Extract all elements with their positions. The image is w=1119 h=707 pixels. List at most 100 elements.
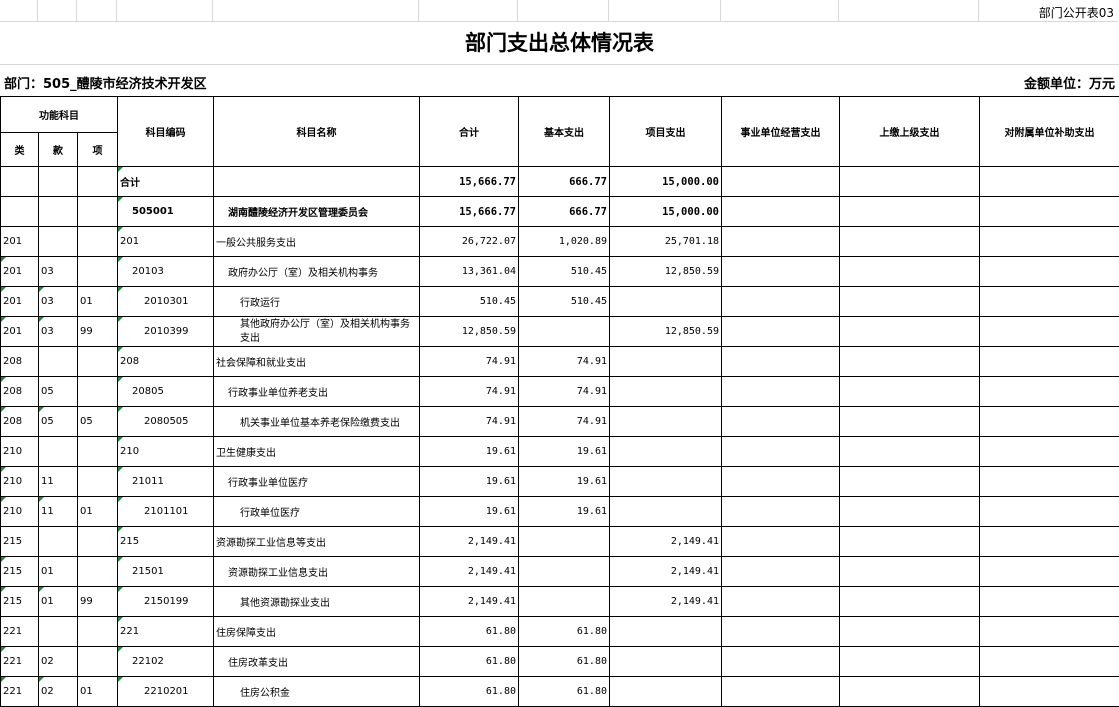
cell-project[interactable]: 12,850.59 [609, 256, 722, 287]
cell-subsidy[interactable] [979, 316, 1119, 347]
empty-cell[interactable] [38, 0, 77, 21]
cell-basic[interactable] [518, 526, 610, 557]
cell-subsidy[interactable] [979, 466, 1119, 497]
cell-project[interactable] [609, 376, 722, 407]
cell-business[interactable] [721, 316, 840, 347]
cell-lei[interactable]: 215 [0, 556, 39, 587]
cell-name[interactable]: 行政事业单位养老支出 [213, 376, 420, 407]
cell-basic[interactable]: 19.61 [518, 466, 610, 497]
cell-xiang[interactable]: 01 [77, 676, 118, 707]
cell-code[interactable]: 210 [117, 436, 214, 467]
cell-total[interactable]: 19.61 [419, 496, 519, 527]
cell-kuan[interactable]: 03 [38, 256, 78, 287]
cell-subsidy[interactable] [979, 406, 1119, 437]
cell-code[interactable]: 2010399 [117, 316, 214, 347]
empty-cell[interactable] [117, 0, 213, 21]
header-xiang[interactable]: 项 [77, 132, 118, 167]
cell-total[interactable]: 2,149.41 [419, 556, 519, 587]
header-subsidy[interactable]: 对附属单位补助支出 [979, 96, 1119, 167]
cell-name[interactable]: 其他政府办公厅（室）及相关机构事务支出 [213, 316, 420, 347]
cell-upper[interactable] [839, 286, 980, 317]
cell-name[interactable]: 卫生健康支出 [213, 436, 420, 467]
cell-basic[interactable]: 19.61 [518, 436, 610, 467]
cell-total[interactable]: 12,850.59 [419, 316, 519, 347]
cell-xiang[interactable]: 01 [77, 286, 118, 317]
empty-cell[interactable] [213, 0, 419, 21]
cell-kuan[interactable] [38, 346, 78, 377]
cell-name[interactable]: 一般公共服务支出 [213, 226, 420, 257]
header-code[interactable]: 科目编码 [117, 96, 214, 167]
cell-basic[interactable]: 61.80 [518, 646, 610, 677]
cell-basic[interactable]: 666.77 [518, 166, 610, 197]
cell-total[interactable]: 26,722.07 [419, 226, 519, 257]
cell-basic[interactable]: 61.80 [518, 676, 610, 707]
cell-xiang[interactable] [77, 556, 118, 587]
cell-code[interactable]: 2150199 [117, 586, 214, 617]
cell-total[interactable]: 61.80 [419, 676, 519, 707]
cell-subsidy[interactable] [979, 166, 1119, 197]
cell-business[interactable] [721, 676, 840, 707]
cell-subsidy[interactable] [979, 646, 1119, 677]
cell-kuan[interactable]: 03 [38, 316, 78, 347]
cell-total[interactable]: 2,149.41 [419, 586, 519, 617]
cell-subsidy[interactable] [979, 256, 1119, 287]
header-name[interactable]: 科目名称 [213, 96, 420, 167]
cell-lei[interactable]: 208 [0, 406, 39, 437]
cell-code[interactable]: 20805 [117, 376, 214, 407]
cell-upper[interactable] [839, 436, 980, 467]
cell-total[interactable]: 19.61 [419, 466, 519, 497]
cell-xiang[interactable] [77, 526, 118, 557]
cell-project[interactable] [609, 346, 722, 377]
cell-lei[interactable]: 210 [0, 436, 39, 467]
cell-basic[interactable]: 74.91 [518, 346, 610, 377]
cell-lei[interactable]: 210 [0, 496, 39, 527]
header-project[interactable]: 项目支出 [609, 96, 722, 167]
cell-lei[interactable]: 215 [0, 586, 39, 617]
cell-basic[interactable]: 19.61 [518, 496, 610, 527]
cell-business[interactable] [721, 256, 840, 287]
cell-name[interactable]: 其他资源勘探业支出 [213, 586, 420, 617]
cell-code[interactable]: 21501 [117, 556, 214, 587]
cell-subsidy[interactable] [979, 526, 1119, 557]
cell-xiang[interactable] [77, 616, 118, 647]
cell-business[interactable] [721, 406, 840, 437]
cell-kuan[interactable]: 02 [38, 676, 78, 707]
cell-upper[interactable] [839, 496, 980, 527]
cell-xiang[interactable]: 99 [77, 316, 118, 347]
empty-cell[interactable] [419, 0, 518, 21]
cell-project[interactable]: 15,000.00 [609, 166, 722, 197]
cell-name[interactable]: 机关事业单位基本养老保险缴费支出 [213, 406, 420, 437]
cell-subsidy[interactable] [979, 346, 1119, 377]
cell-upper[interactable] [839, 466, 980, 497]
cell-kuan[interactable]: 03 [38, 286, 78, 317]
cell-business[interactable] [721, 286, 840, 317]
cell-xiang[interactable] [77, 466, 118, 497]
cell-name[interactable]: 资源勘探工业信息支出 [213, 556, 420, 587]
empty-cell[interactable] [77, 0, 117, 21]
cell-business[interactable] [721, 346, 840, 377]
cell-kuan[interactable]: 11 [38, 496, 78, 527]
cell-project[interactable] [609, 646, 722, 677]
cell-xiang[interactable] [77, 346, 118, 377]
cell-xiang[interactable] [77, 226, 118, 257]
cell-lei[interactable]: 210 [0, 466, 39, 497]
cell-total[interactable]: 74.91 [419, 406, 519, 437]
cell-upper[interactable] [839, 226, 980, 257]
cell-subsidy[interactable] [979, 436, 1119, 467]
cell-code[interactable]: 2210201 [117, 676, 214, 707]
cell-project[interactable]: 12,850.59 [609, 316, 722, 347]
cell-project[interactable]: 2,149.41 [609, 526, 722, 557]
cell-basic[interactable]: 74.91 [518, 406, 610, 437]
cell-lei[interactable] [0, 166, 39, 197]
cell-upper[interactable] [839, 406, 980, 437]
header-lei[interactable]: 类 [0, 132, 39, 167]
cell-lei[interactable]: 201 [0, 226, 39, 257]
cell-business[interactable] [721, 556, 840, 587]
cell-lei[interactable]: 221 [0, 616, 39, 647]
cell-subsidy[interactable] [979, 226, 1119, 257]
cell-business[interactable] [721, 196, 840, 227]
empty-cell[interactable] [839, 0, 979, 21]
cell-lei[interactable]: 221 [0, 676, 39, 707]
cell-upper[interactable] [839, 616, 980, 647]
cell-xiang[interactable]: 05 [77, 406, 118, 437]
